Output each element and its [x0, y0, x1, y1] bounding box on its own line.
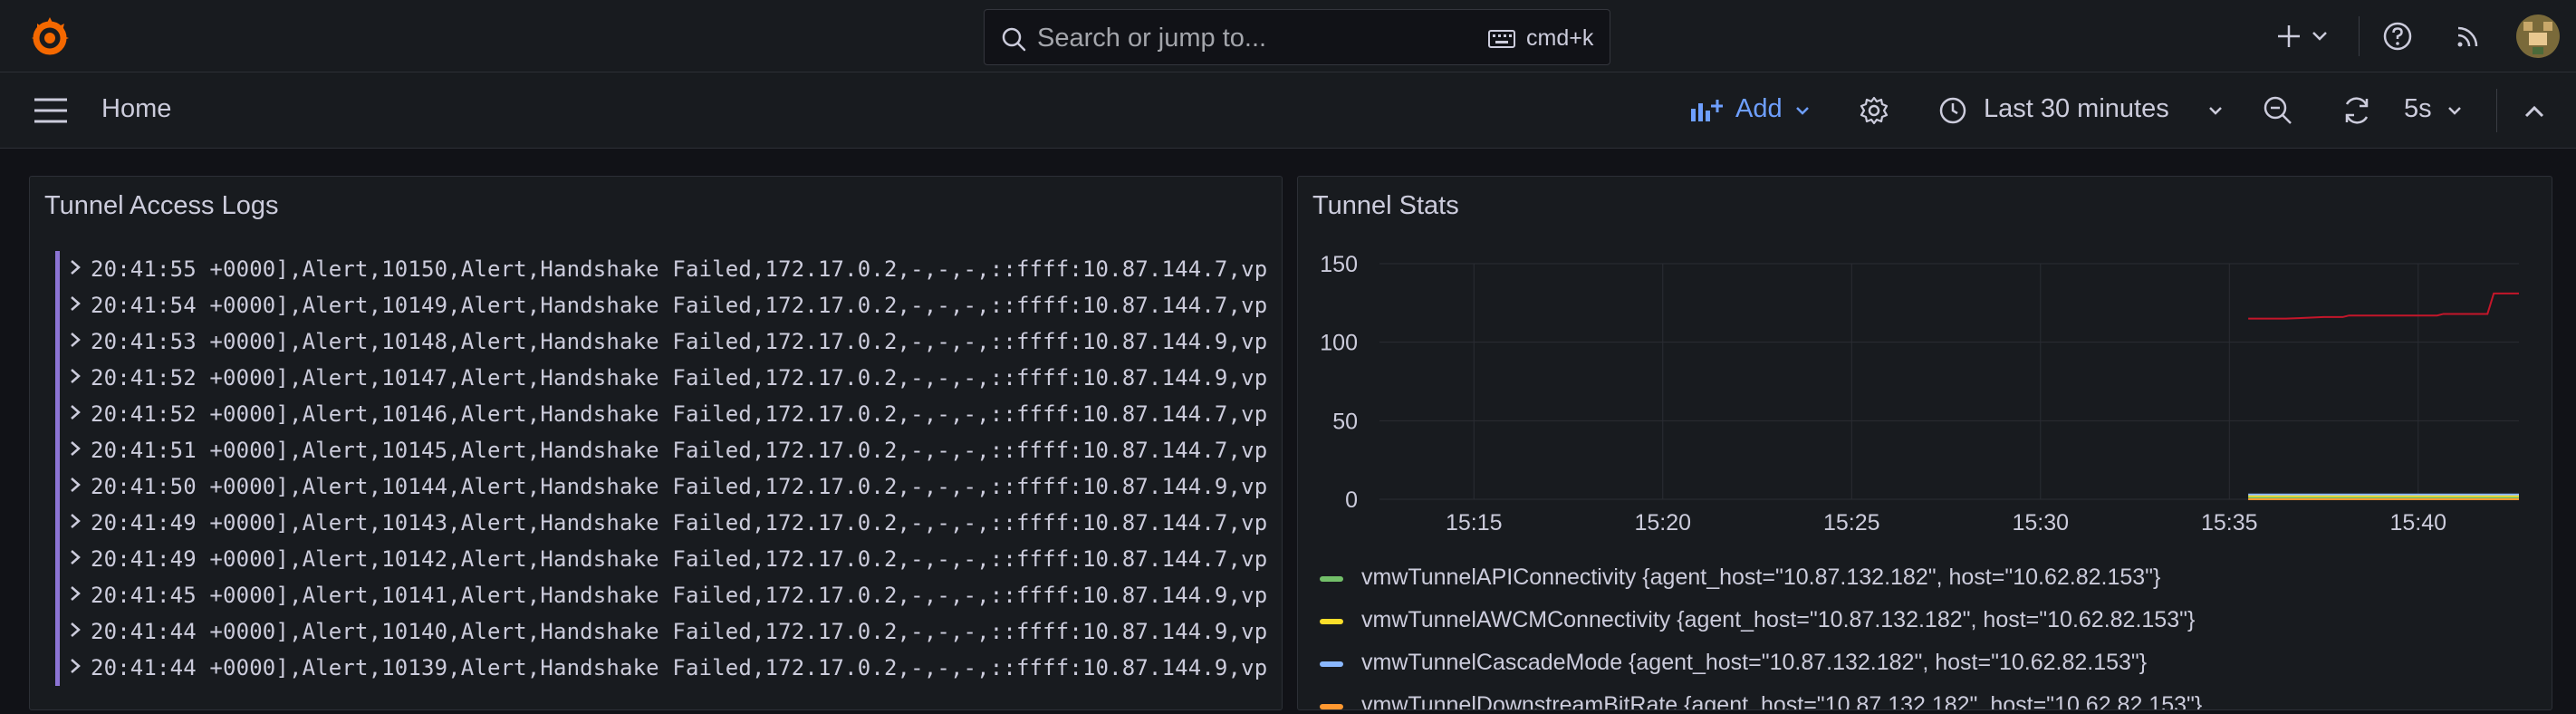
log-row[interactable]: 20:41:55 +0000],Alert,10150,Alert,Handsh… [55, 251, 1282, 287]
panel-title: Tunnel Access Logs [44, 191, 279, 220]
refresh-interval-label: 5s [2404, 94, 2432, 123]
x-tick-label: 15:35 [2201, 510, 2258, 536]
menu-icon[interactable] [33, 97, 69, 124]
log-row[interactable]: 20:41:50 +0000],Alert,10144,Alert,Handsh… [55, 468, 1282, 505]
legend-label: vmwTunnelCascadeMode {agent_host="10.87.… [1361, 650, 2148, 675]
x-tick-label: 15:20 [1634, 510, 1691, 536]
chevron-right-icon[interactable] [69, 657, 82, 675]
legend-swatch [1320, 619, 1343, 624]
chevron-down-icon [2448, 107, 2461, 115]
y-tick-label: 150 [1320, 252, 1358, 277]
log-line: 20:41:45 +0000],Alert,10141,Alert,Handsh… [91, 583, 1268, 608]
y-tick-label: 0 [1345, 487, 1358, 513]
chevron-right-icon[interactable] [69, 331, 82, 349]
log-list[interactable]: 20:41:55 +0000],Alert,10150,Alert,Handsh… [55, 251, 1282, 709]
log-line: 20:41:53 +0000],Alert,10148,Alert,Handsh… [91, 329, 1268, 354]
search-shortcut: cmd+k [1526, 25, 1594, 51]
search-placeholder: Search or jump to... [1037, 24, 1267, 53]
chevron-down-icon [1796, 107, 1809, 115]
log-line: 20:41:49 +0000],Alert,10143,Alert,Handsh… [91, 510, 1268, 536]
log-line: 20:41:44 +0000],Alert,10140,Alert,Handsh… [91, 619, 1268, 644]
news-feed-icon[interactable] [2455, 23, 2482, 50]
search-bar[interactable]: Search or jump to... cmd+k [984, 9, 1610, 65]
log-line: 20:41:44 +0000],Alert,10139,Alert,Handsh… [91, 655, 1268, 680]
top-bar-divider [2359, 16, 2360, 56]
y-tick-label: 100 [1320, 331, 1358, 356]
log-line: 20:41:49 +0000],Alert,10142,Alert,Handsh… [91, 546, 1268, 572]
log-row[interactable]: 20:41:54 +0000],Alert,10149,Alert,Handsh… [55, 287, 1282, 323]
log-row[interactable]: 20:41:53 +0000],Alert,10148,Alert,Handsh… [55, 323, 1282, 360]
tunnel-stats-panel: Tunnel Stats 0 50 100 150 15:15 15:20 15:25 15:… [1297, 176, 2552, 710]
log-row[interactable]: 20:41:44 +0000],Alert,10139,Alert,Handsh… [55, 650, 1282, 686]
chevron-right-icon[interactable] [69, 621, 82, 639]
log-row[interactable]: 20:41:49 +0000],Alert,10143,Alert,Handsh… [55, 505, 1282, 541]
time-series-chart[interactable]: 0 50 100 150 15:15 15:20 15:25 15:30 15:35 15:40 [1298, 177, 2552, 557]
time-range-label: Last 30 minutes [1984, 94, 2169, 123]
tunnel-access-logs-panel: Tunnel Access Logs 20:41:55 +0000],Alert… [29, 176, 1283, 710]
chevron-down-icon [2312, 32, 2327, 41]
legend-label: vmwTunnelDownstreamBitRate {agent_host="… [1361, 692, 2203, 710]
plus-icon [2278, 25, 2300, 47]
log-line: 20:41:52 +0000],Alert,10147,Alert,Handsh… [91, 365, 1268, 391]
chevron-right-icon[interactable] [69, 258, 82, 276]
chevron-right-icon[interactable] [69, 403, 82, 421]
chevron-right-icon[interactable] [69, 476, 82, 494]
chevron-right-icon[interactable] [69, 367, 82, 385]
refresh-icon[interactable] [2341, 94, 2373, 127]
x-tick-label: 15:30 [2012, 510, 2069, 536]
log-row[interactable]: 20:41:45 +0000],Alert,10141,Alert,Handsh… [55, 577, 1282, 613]
log-row[interactable]: 20:41:51 +0000],Alert,10145,Alert,Handsh… [55, 432, 1282, 468]
log-line: 20:41:50 +0000],Alert,10144,Alert,Handsh… [91, 474, 1268, 499]
chevron-down-icon [2209, 107, 2222, 115]
log-row[interactable]: 20:41:52 +0000],Alert,10146,Alert,Handsh… [55, 396, 1282, 432]
series-line [2248, 292, 2519, 320]
grafana-logo-icon[interactable] [29, 15, 71, 57]
chevron-right-icon[interactable] [69, 439, 82, 458]
new-menu-button[interactable] [2272, 0, 2330, 72]
add-panel-icon [1691, 100, 1723, 121]
log-line: 20:41:55 +0000],Alert,10150,Alert,Handsh… [91, 256, 1268, 282]
zoom-out-icon[interactable] [2263, 95, 2293, 126]
log-row[interactable]: 20:41:49 +0000],Alert,10142,Alert,Handsh… [55, 541, 1282, 577]
nav-divider [2496, 89, 2497, 132]
breadcrumb-home[interactable]: Home [101, 94, 171, 124]
legend-swatch [1320, 576, 1343, 582]
dashboard-nav-bar: Home Add Last 30 minutes 5s [0, 72, 2576, 149]
add-button-label: Add [1735, 94, 1783, 123]
legend-swatch [1320, 661, 1343, 667]
log-line: 20:41:51 +0000],Alert,10145,Alert,Handsh… [91, 438, 1268, 463]
y-tick-label: 50 [1332, 409, 1358, 434]
log-line: 20:41:52 +0000],Alert,10146,Alert,Handsh… [91, 401, 1268, 427]
log-row[interactable]: 20:41:44 +0000],Alert,10140,Alert,Handsh… [55, 613, 1282, 650]
x-tick-label: 15:25 [1823, 510, 1880, 536]
legend-label: vmwTunnelAPIConnectivity {agent_host="10… [1361, 564, 2161, 590]
x-tick-label: 15:15 [1446, 510, 1503, 536]
chevron-right-icon[interactable] [69, 512, 82, 530]
legend-label: vmwTunnelAWCMConnectivity {agent_host="1… [1361, 607, 2196, 632]
x-tick-label: 15:40 [2390, 510, 2447, 536]
search-icon [1002, 27, 1026, 52]
clock-icon [1939, 97, 1966, 124]
chevron-up-icon[interactable] [2523, 104, 2545, 119]
avatar-image-icon [2516, 14, 2560, 58]
user-avatar[interactable] [2516, 14, 2560, 58]
legend-swatch [1320, 704, 1343, 709]
chevron-right-icon[interactable] [69, 548, 82, 566]
chevron-right-icon[interactable] [69, 294, 82, 313]
settings-gear-icon[interactable] [1859, 95, 1889, 126]
chevron-right-icon[interactable] [69, 584, 82, 603]
log-line: 20:41:54 +0000],Alert,10149,Alert,Handsh… [91, 293, 1268, 318]
top-bar: Search or jump to... cmd+k [0, 0, 2576, 72]
log-row[interactable]: 20:41:52 +0000],Alert,10147,Alert,Handsh… [55, 360, 1282, 396]
help-icon[interactable] [2382, 21, 2413, 52]
keyboard-icon [1488, 30, 1515, 48]
